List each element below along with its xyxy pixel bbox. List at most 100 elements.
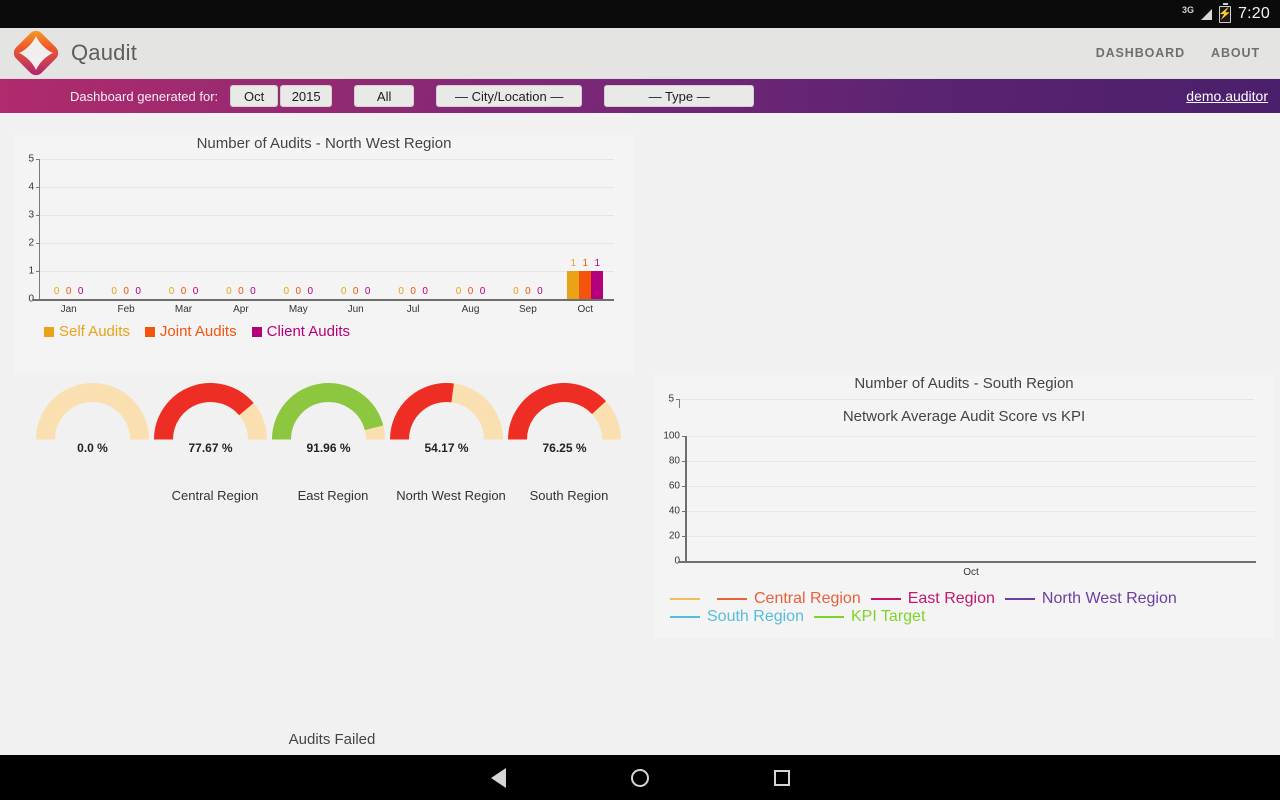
date-filter-group: Oct 2015 xyxy=(230,85,333,107)
gridline xyxy=(686,511,1256,512)
legend-item-client-audits[interactable]: Client Audits xyxy=(251,323,350,340)
bar-group[interactable]: 111 xyxy=(566,159,604,299)
chart-network-average-kpi: Network Average Audit Score vs KPI 0 20 40… xyxy=(654,408,1274,638)
x-axis-tick-label: Oct xyxy=(577,304,594,315)
x-axis-tick-label: Sep xyxy=(518,304,537,315)
gauge-arc xyxy=(36,383,149,440)
legend-item-kpi-target[interactable]: KPI Target xyxy=(813,608,925,626)
bar-group[interactable]: 000 xyxy=(50,159,88,299)
brand[interactable]: Qaudit xyxy=(0,29,137,77)
x-axis-tick-label: Aug xyxy=(461,304,480,315)
bar-value-label: 0 xyxy=(168,286,175,297)
gridline xyxy=(686,486,1256,487)
bar-value-label: 0 xyxy=(513,286,519,297)
y-axis-tick-label: 5 xyxy=(668,393,674,405)
bar-value-label: 0 xyxy=(295,286,302,297)
bar-group[interactable]: 000 xyxy=(107,159,145,299)
gauge-central-region[interactable]: 77.67 % xyxy=(154,383,267,455)
bar-value-label: 0 xyxy=(525,286,531,297)
plot-area-kpi: 020406080100Oct xyxy=(663,431,1256,578)
scope-filter[interactable]: All xyxy=(354,85,415,107)
legend-item-self-audits[interactable]: Self Audits xyxy=(44,323,130,340)
bar-value-label: 0 xyxy=(398,286,404,297)
gridline xyxy=(686,461,1256,462)
gauge-arc xyxy=(272,383,385,440)
bar-group[interactable]: 000 xyxy=(452,159,490,299)
bar-value-label: 0 xyxy=(479,286,486,297)
bar-group[interactable]: 000 xyxy=(222,159,260,299)
bar-value-label: 1 xyxy=(570,258,577,269)
gauge-south-region[interactable]: 76.25 % xyxy=(508,383,621,455)
bar-group[interactable]: 000 xyxy=(279,159,317,299)
filter-bar-label: Dashboard generated for: xyxy=(70,88,219,104)
android-status-bar: 3G ⚡ 7:20 xyxy=(0,0,1280,28)
legend-item-joint-audits[interactable]: Joint Audits xyxy=(144,323,237,340)
legend-line-swatch xyxy=(813,615,844,619)
legend-north-west: Self Audits Joint Audits Client Audits xyxy=(44,323,360,340)
bar-value-label: 0 xyxy=(410,286,416,297)
bar-value-label: 0 xyxy=(180,286,187,297)
legend-item-south-region[interactable]: South Region xyxy=(670,608,804,626)
legend-label-client-audits: Client Audits xyxy=(266,323,350,340)
legend-item-unnamed[interactable] xyxy=(670,597,707,601)
bar-value-label: 0 xyxy=(455,286,462,297)
legend-label: North West Region xyxy=(1041,590,1177,607)
user-account-link[interactable]: demo.auditor xyxy=(1186,88,1280,104)
bar-value-label: 0 xyxy=(283,286,290,297)
nav-link-about[interactable]: ABOUT xyxy=(1211,46,1260,60)
legend-line-swatch xyxy=(670,615,700,619)
bar-value-label: 0 xyxy=(340,286,347,297)
gauge-arc xyxy=(390,383,503,440)
bar[interactable]: 1 xyxy=(591,259,604,299)
city-location-filter[interactable]: — City/Location — xyxy=(436,85,583,107)
bar-group[interactable]: 000 xyxy=(337,159,375,299)
bar-group[interactable]: 000 xyxy=(509,159,547,299)
gauge-value-label: 77.67 % xyxy=(188,440,233,455)
x-axis-tick-label: Jul xyxy=(406,304,420,315)
bar-group[interactable]: 000 xyxy=(165,159,203,299)
gauge-unlabeled[interactable]: 0.0 % xyxy=(36,383,149,455)
legend-line-swatch xyxy=(670,597,700,601)
recents-icon[interactable] xyxy=(773,769,790,786)
type-filter[interactable]: — Type — xyxy=(604,85,755,107)
legend-line-swatch xyxy=(870,597,901,601)
x-axis-tick-label: Oct xyxy=(963,567,979,578)
network-type-label: 3G xyxy=(1182,5,1195,15)
bar-value-label: 0 xyxy=(53,286,60,297)
bar[interactable]: 1 xyxy=(579,259,592,299)
bar-value-label: 0 xyxy=(238,286,244,297)
nav-link-dashboard[interactable]: DASHBOARD xyxy=(1096,46,1185,60)
gauge-label-north-west-region: North West Region xyxy=(396,488,506,503)
legend-label-self-audits: Self Audits xyxy=(59,323,130,340)
gauge-value-label: 0.0 % xyxy=(77,440,108,455)
app-frame: Qaudit DASHBOARD ABOUT Dashboard generat… xyxy=(0,28,1280,755)
legend-label: Central Region xyxy=(754,590,861,607)
bar-value-label: 0 xyxy=(307,286,314,297)
chart-north-west-audits: Number of Audits - North West Region 0 1 2… xyxy=(14,133,634,373)
bar-value-label: 0 xyxy=(467,286,474,297)
android-nav-bar xyxy=(0,755,1280,800)
bar-value-label: 0 xyxy=(364,286,371,297)
legend-item-east-region[interactable]: East Region xyxy=(870,590,995,608)
gauge-value-label: 76.25 % xyxy=(542,440,587,455)
y-axis-tick-label: 1 xyxy=(28,265,34,277)
legend-item-central-region[interactable]: Central Region xyxy=(717,590,861,608)
bar-value-label: 0 xyxy=(77,286,84,297)
bar[interactable]: 1 xyxy=(567,259,580,299)
bar-value-label: 1 xyxy=(582,258,589,269)
home-icon[interactable] xyxy=(630,768,649,787)
app-header: Qaudit DASHBOARD ABOUT xyxy=(0,28,1280,79)
gauge-north-west-region[interactable]: 54.17 % xyxy=(390,383,503,455)
gridline xyxy=(686,536,1256,537)
bar-group[interactable]: 000 xyxy=(394,159,432,299)
legend-item-north-west-region[interactable]: North West Region xyxy=(1004,590,1177,608)
header-nav: DASHBOARD ABOUT xyxy=(1096,46,1280,60)
month-filter[interactable]: Oct xyxy=(230,85,279,107)
y-axis-tick-label: 4 xyxy=(28,181,34,193)
back-icon[interactable] xyxy=(490,767,506,788)
gridline xyxy=(686,436,1256,437)
gauge-east-region[interactable]: 91.96 % xyxy=(272,383,385,455)
brand-name: Qaudit xyxy=(71,40,138,65)
y-axis-tick-label: 20 xyxy=(668,530,680,542)
year-filter[interactable]: 2015 xyxy=(280,85,333,107)
